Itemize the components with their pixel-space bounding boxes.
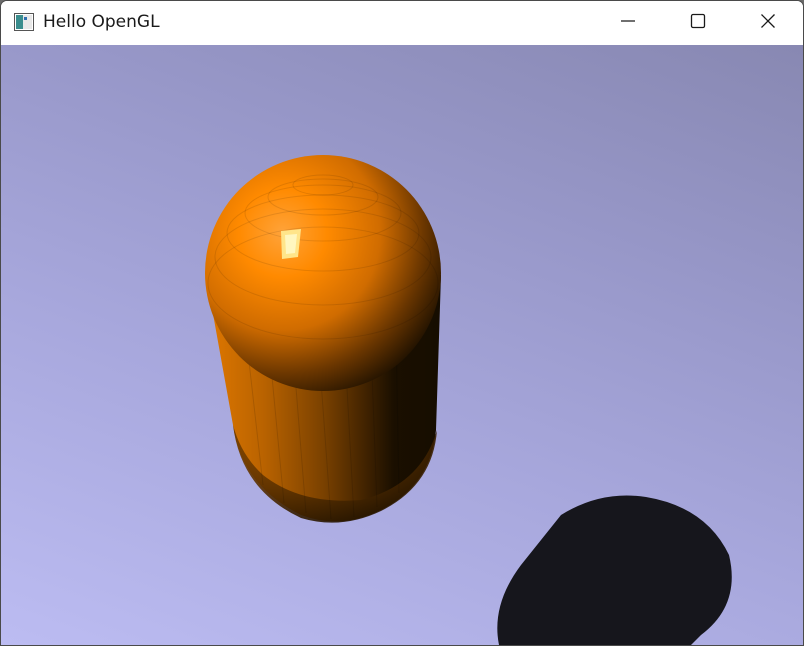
opengl-app-icon	[14, 13, 34, 31]
minimize-icon	[620, 13, 636, 34]
maximize-icon	[690, 13, 706, 34]
minimize-button[interactable]	[593, 1, 663, 45]
opengl-render-viewport[interactable]	[1, 45, 803, 645]
application-window: Hello OpenGL	[0, 0, 804, 646]
title-bar[interactable]: Hello OpenGL	[1, 1, 803, 45]
window-title: Hello OpenGL	[43, 12, 160, 32]
capsule-shadow	[497, 495, 732, 645]
specular-highlight	[281, 229, 301, 259]
close-button[interactable]	[733, 1, 803, 45]
close-icon	[760, 13, 776, 34]
orange-capsule	[205, 155, 441, 523]
maximize-button[interactable]	[663, 1, 733, 45]
